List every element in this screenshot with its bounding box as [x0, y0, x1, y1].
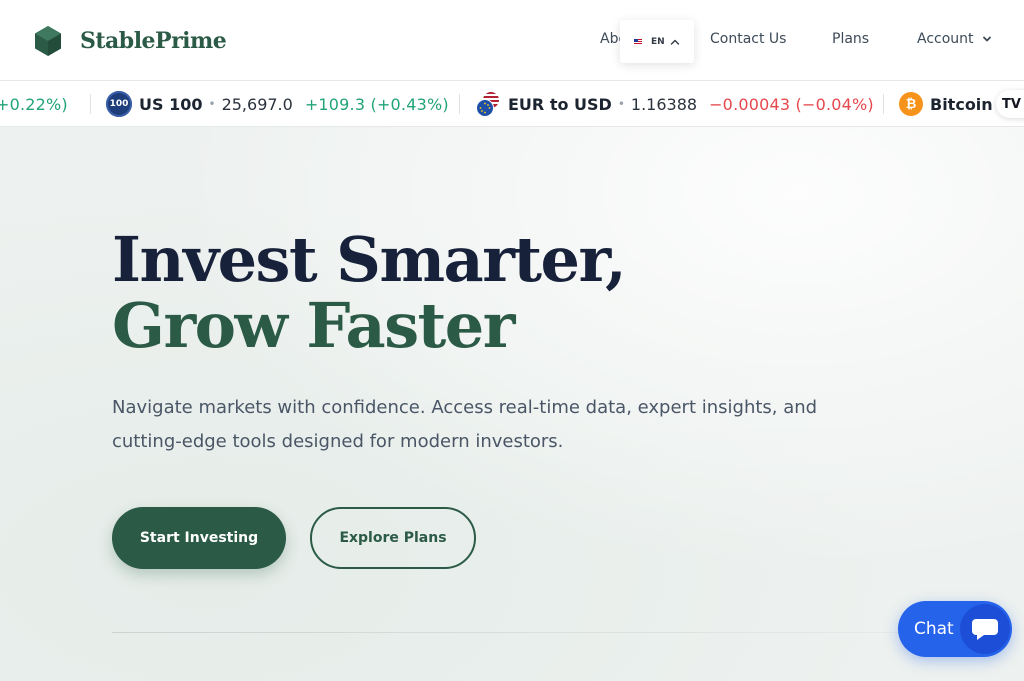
ticker-symbol: US 100	[139, 94, 203, 114]
ticker-item-eurusd[interactable]: EUR to USD • 1.16388 −0.00043 (−0.04%)	[475, 81, 874, 126]
tradingview-logo-icon[interactable]: TV	[996, 90, 1024, 118]
ticker-price: 25,697.0	[221, 94, 293, 114]
nav-about-link[interactable]: About	[600, 31, 620, 47]
bitcoin-icon: ₿	[899, 92, 923, 116]
hero-title-line2: Grow Faster	[112, 289, 515, 362]
ticker-item-bitcoin[interactable]: ₿ Bitcoin	[899, 81, 993, 126]
brand-logo-link[interactable]: StablePrime	[34, 24, 227, 58]
chat-label: Chat	[914, 619, 954, 639]
nav-account-menu[interactable]: Account	[917, 31, 992, 47]
section-divider	[112, 632, 912, 633]
hero-title-line1: Invest Smarter,	[112, 223, 627, 296]
ticker-dot: •	[617, 97, 625, 111]
hero-title: Invest Smarter, Grow Faster	[112, 223, 627, 362]
chevron-down-icon	[982, 36, 991, 42]
language-code: EN	[651, 36, 665, 47]
chat-widget-button[interactable]: Chat	[898, 601, 1012, 657]
ticker-change: +0.22%)	[0, 94, 68, 114]
us-flag-icon	[634, 38, 642, 45]
ticker-symbol: EUR to USD	[508, 94, 612, 114]
ticker-item-us100[interactable]: 100 US 100 • 25,697.0 +109.3 (+0.43%)	[106, 81, 449, 126]
chat-bubble-icon	[960, 604, 1010, 654]
language-selector[interactable]: EN	[620, 20, 694, 63]
nav-contact-link[interactable]: Contact Us	[710, 31, 786, 47]
site-header: StablePrime About Contact Us Plans Accou…	[0, 0, 1024, 81]
eur-usd-flags-icon	[476, 92, 499, 117]
us100-icon: 100	[106, 91, 132, 117]
ticker-symbol: Bitcoin	[930, 94, 993, 114]
ticker-divider	[459, 94, 460, 114]
ticker-item[interactable]: +0.22%)	[0, 81, 68, 126]
market-ticker: +0.22%) 100 US 100 • 25,697.0 +109.3 (+0…	[0, 81, 1024, 127]
explore-plans-button[interactable]: Explore Plans	[310, 507, 476, 569]
nav-plans-link[interactable]: Plans	[832, 31, 869, 47]
ticker-divider	[883, 94, 884, 114]
ticker-change: +109.3 (+0.43%)	[304, 94, 449, 114]
brand-name: StablePrime	[80, 28, 227, 54]
ticker-divider	[90, 94, 91, 114]
ticker-price: 1.16388	[630, 94, 698, 114]
chevron-up-icon	[670, 39, 679, 45]
ticker-change: −0.00043 (−0.04%)	[709, 94, 874, 114]
hero-section: Invest Smarter, Grow Faster Navigate mar…	[0, 127, 1024, 681]
start-investing-button[interactable]: Start Investing	[112, 507, 286, 569]
nav-account-label: Account	[917, 31, 974, 47]
hero-subtitle: Navigate markets with confidence. Access…	[112, 397, 818, 452]
hexagon-logo-icon	[35, 26, 61, 56]
ticker-dot: •	[208, 97, 216, 111]
